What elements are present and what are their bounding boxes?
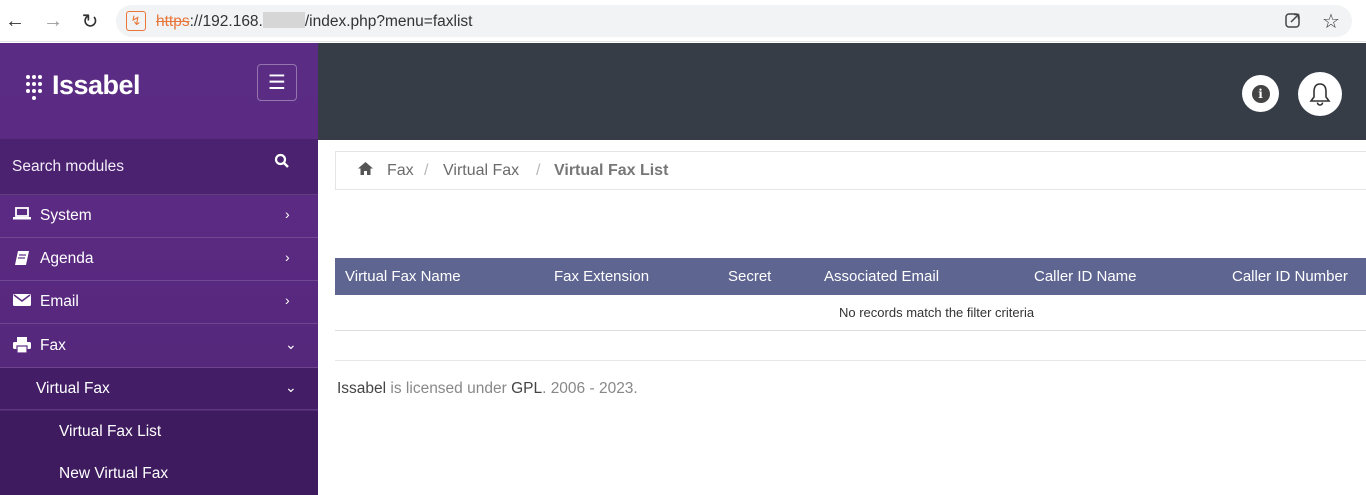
bell-icon [1309,83,1331,106]
notifications-button[interactable] [1298,72,1342,116]
brand: Issabel ☰ [0,43,318,139]
sidebar-item-fax[interactable]: Fax ⌄ [0,325,318,368]
url-redaction [262,12,305,28]
info-button[interactable]: i [1242,75,1279,112]
not-secure-icon[interactable]: ↯ [126,11,146,31]
sidebar-subitem-virtual-fax-list[interactable]: Virtual Fax List [0,411,318,453]
footer-text: is licensed under [386,380,512,397]
sidebar-subitem-label: Virtual Fax [36,380,110,397]
sidebar-subitem-label: Virtual Fax List [59,423,162,440]
sidebar-subitem-virtual-fax[interactable]: Virtual Fax ⌄ [0,368,318,410]
share-icon[interactable] [1284,11,1304,31]
sidebar-subitem-label: New Virtual Fax [59,465,169,482]
address-bar[interactable]: ↯ https://192.168. /index.php?menu=faxlis… [116,5,1352,37]
chevron-right-icon: › [285,206,290,222]
home-icon[interactable] [358,162,373,179]
breadcrumb-separator: / [424,162,429,179]
url-scheme: https [156,13,190,30]
footer-license[interactable]: GPL [511,380,542,397]
browser-toolbar: ← → ↻ ↯ https://192.168. /index.php?menu=… [0,0,1366,42]
sidebar-item-system[interactable]: System › [0,195,318,238]
footer-years: . 2006 - 2023. [542,380,638,397]
breadcrumb-separator: / [536,162,541,179]
column-header[interactable]: Secret [728,268,771,285]
chevron-right-icon: › [285,292,290,308]
column-header[interactable]: Associated Email [824,268,939,285]
laptop-icon [12,207,32,225]
back-arrow-icon[interactable]: ← [2,8,28,34]
chevron-right-icon: › [285,249,290,265]
forward-arrow-icon[interactable]: → [40,8,66,34]
breadcrumb-current: Virtual Fax List [554,162,669,179]
search-modules[interactable]: Search modules [0,139,318,195]
sidebar-subitem-new-virtual-fax[interactable]: New Virtual Fax [0,453,318,495]
breadcrumb: Fax / Virtual Fax / Virtual Fax List [335,151,1366,190]
info-icon: i [1251,84,1270,103]
column-header[interactable]: Fax Extension [554,268,649,285]
sidebar-item-agenda[interactable]: Agenda › [0,238,318,281]
sidebar-item-label: System [40,207,92,224]
sidebar-item-label: Agenda [40,250,94,267]
sidebar-item-email[interactable]: Email › [0,281,318,324]
top-header: i [318,43,1366,140]
issabel-logo-icon [22,73,46,107]
column-header[interactable]: Caller ID Number [1232,268,1348,285]
footer-product[interactable]: Issabel [337,380,386,397]
url-host: ://192.168. [189,13,263,30]
reload-icon[interactable]: ↻ [77,8,103,34]
breadcrumb-virtual-fax[interactable]: Virtual Fax [443,162,519,180]
breadcrumb-fax[interactable]: Fax [387,162,414,180]
envelope-icon [12,293,32,311]
column-header[interactable]: Virtual Fax Name [345,268,461,285]
url-text[interactable]: https://192.168. /index.php?menu=faxlist [156,12,472,31]
divider [335,360,1366,361]
brand-name[interactable]: Issabel [52,70,141,101]
column-header[interactable]: Caller ID Name [1034,268,1137,285]
book-icon [12,250,32,270]
search-modules-label: Search modules [12,158,125,175]
footer: Issabel is licensed under GPL. 2006 - 20… [337,380,638,398]
empty-message: No records match the filter criteria [839,305,1035,320]
chevron-down-icon: ⌄ [285,336,297,352]
printer-icon [12,337,32,357]
menu-toggle-button[interactable]: ☰ [257,64,297,101]
sidebar: Issabel ☰ Search modules System › Agenda… [0,43,318,495]
sidebar-item-label: Email [40,293,79,310]
table-row: No records match the filter criteria [335,295,1366,331]
url-path: /index.php?menu=faxlist [304,13,473,30]
bookmark-star-icon[interactable]: ☆ [1322,9,1344,33]
sidebar-item-label: Fax [40,337,66,354]
chevron-down-icon: ⌄ [285,379,297,395]
search-icon[interactable] [274,153,290,174]
table-header: Virtual Fax Name Fax Extension Secret As… [335,258,1366,295]
